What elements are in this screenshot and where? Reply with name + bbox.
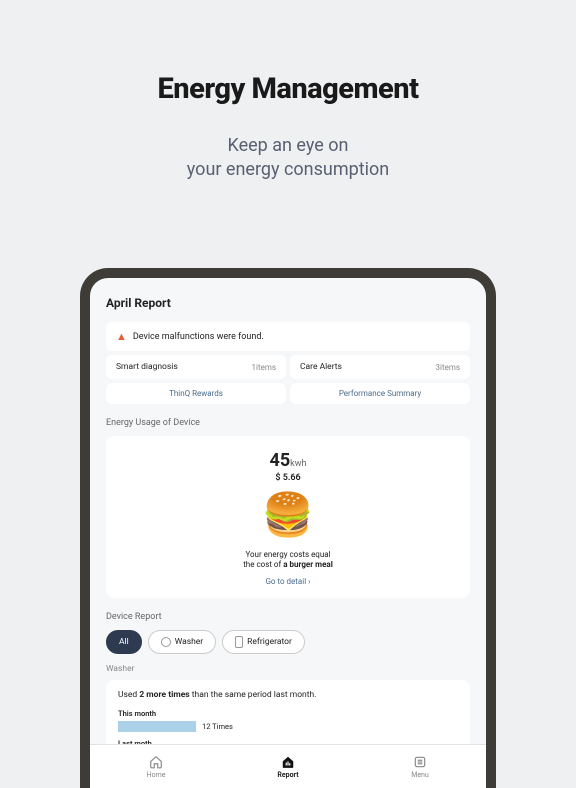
usage-text: Used 2 more times than the same period l… <box>118 690 458 701</box>
alert-text: Device malfunctions were found. <box>133 332 264 342</box>
this-month-label: This month <box>118 709 458 718</box>
menu-icon <box>412 755 428 769</box>
go-to-detail-link[interactable]: Go to detail › <box>116 577 460 586</box>
nav-report[interactable]: Report <box>222 745 354 788</box>
energy-value: 45 <box>270 450 291 471</box>
this-month-bar <box>118 721 196 732</box>
energy-unit: kwh <box>290 459 306 469</box>
energy-section-label: Energy Usage of Device <box>106 418 470 428</box>
device-report-label: Device Report <box>106 612 470 622</box>
chip-refrigerator[interactable]: Refrigerator <box>222 630 305 654</box>
energy-cost: $ 5.66 <box>116 473 460 483</box>
washer-sublabel: Washer <box>106 664 470 674</box>
care-alerts-cell[interactable]: Care Alerts 3items <box>290 355 470 379</box>
this-month-value: 12 Times <box>202 722 233 731</box>
warning-icon: ▲ <box>116 330 127 343</box>
home-icon <box>148 755 164 769</box>
smart-diagnosis-cell[interactable]: Smart diagnosis 1items <box>106 355 286 379</box>
device-filter-chips: All Washer Refrigerator <box>106 630 470 654</box>
energy-comparison: Your energy costs equal the cost of a bu… <box>116 550 460 571</box>
page-subtitle: Keep an eye on your energy consumption <box>0 134 576 183</box>
report-icon <box>280 755 296 769</box>
burger-icon: 🍔 <box>116 491 460 540</box>
washer-icon <box>161 637 171 647</box>
rewards-link[interactable]: ThinQ Rewards <box>106 383 286 404</box>
performance-link[interactable]: Performance Summary <box>290 383 470 404</box>
page-title: Energy Management <box>0 72 576 106</box>
chip-all[interactable]: All <box>106 630 142 654</box>
energy-usage-card: 45kwh $ 5.66 🍔 Your energy costs equal t… <box>106 436 470 598</box>
chip-washer[interactable]: Washer <box>148 630 216 654</box>
refrigerator-icon <box>235 636 243 648</box>
nav-home[interactable]: Home <box>90 745 222 788</box>
bottom-nav: Home Report Menu <box>90 744 486 788</box>
nav-menu[interactable]: Menu <box>354 745 486 788</box>
device-frame: April Report ▲ Device malfunctions were … <box>80 268 496 788</box>
report-title: April Report <box>106 296 470 310</box>
malfunction-alert[interactable]: ▲ Device malfunctions were found. <box>106 322 470 351</box>
